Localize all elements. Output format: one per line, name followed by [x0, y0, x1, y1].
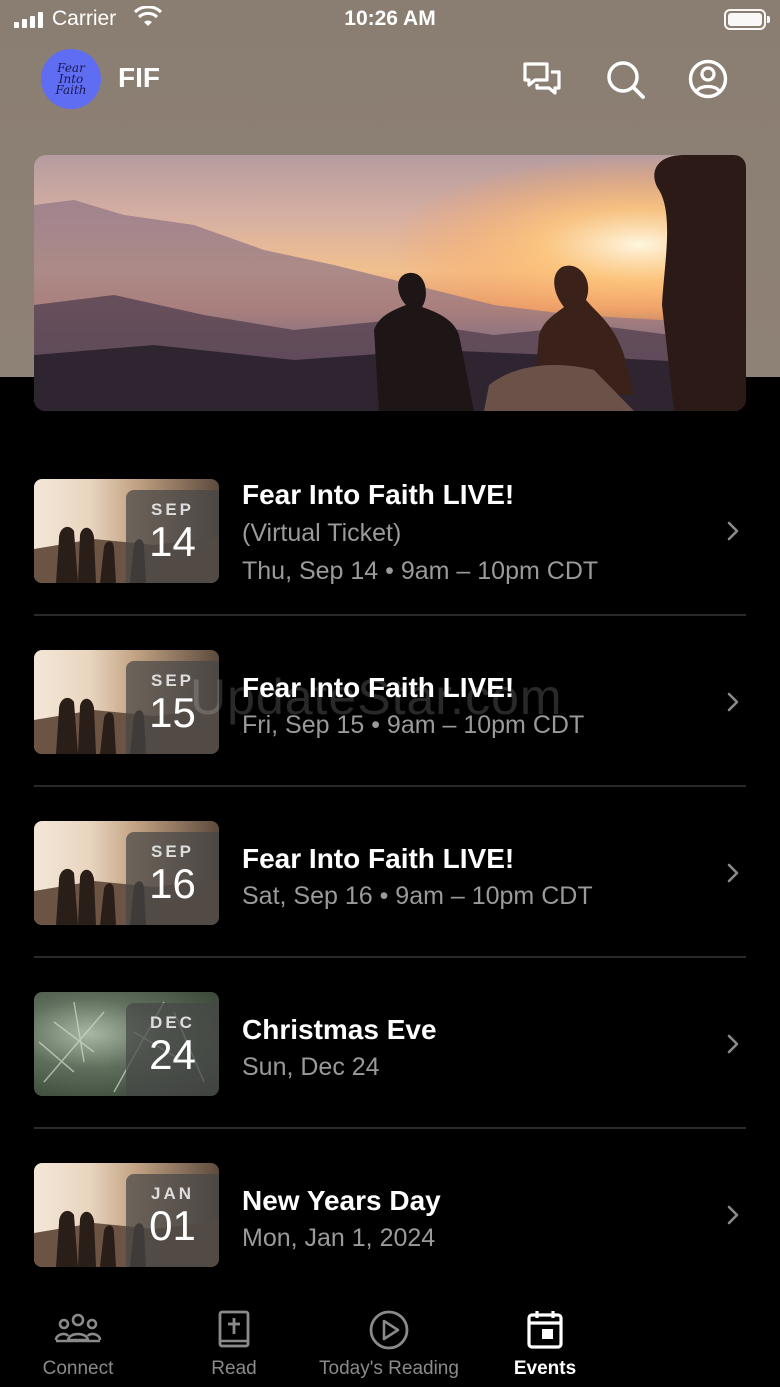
- event-day: 16: [149, 860, 196, 907]
- tab-connect[interactable]: Connect: [20, 1290, 136, 1387]
- chevron-right-icon: [727, 863, 739, 883]
- list-divider: [34, 785, 746, 787]
- tab-connect-label: Connect: [42, 1358, 114, 1379]
- chevron-right-icon: [727, 1034, 739, 1054]
- event-date-badge: DEC 24: [126, 1003, 219, 1096]
- list-divider: [34, 1127, 746, 1129]
- people-icon: [54, 1313, 102, 1343]
- app-title: FIF: [118, 62, 160, 93]
- event-date-badge: SEP 14: [126, 490, 219, 583]
- event-subtitle: (Virtual Ticket): [242, 519, 402, 547]
- event-thumbnail: JAN 01: [34, 1163, 219, 1267]
- chat-icon[interactable]: [521, 58, 563, 100]
- event-day: 01: [149, 1202, 196, 1249]
- event-datetime: Thu, Sep 14 • 9am – 10pm CDT: [242, 557, 599, 585]
- watermark: UpdateStar.com: [190, 669, 563, 725]
- event-title: Fear Into Faith LIVE!: [242, 479, 515, 510]
- profile-icon[interactable]: [687, 58, 729, 100]
- tab-read[interactable]: Read: [186, 1290, 282, 1387]
- tab-todays-reading-label: Today's Reading: [319, 1358, 459, 1379]
- event-row[interactable]: SEP 16 Fear Into Faith LIVE! Sat, Sep 16 • …: [34, 821, 746, 925]
- battery-icon: [724, 9, 770, 30]
- event-title: Christmas Eve: [242, 1014, 437, 1045]
- tab-todays-reading[interactable]: Today's Reading: [312, 1290, 466, 1387]
- chevron-right-icon: [727, 521, 739, 541]
- list-divider: [34, 956, 746, 958]
- event-title: Fear Into Faith LIVE!: [242, 843, 515, 874]
- event-title: New Years Day: [242, 1185, 441, 1216]
- search-icon[interactable]: [604, 58, 646, 100]
- hero-image[interactable]: [34, 155, 746, 411]
- event-date-badge: SEP 16: [126, 832, 219, 925]
- hero-illustration: [34, 155, 746, 411]
- event-day: 14: [149, 518, 196, 565]
- event-month: SEP: [150, 500, 195, 519]
- list-divider: [34, 614, 746, 616]
- tab-events[interactable]: Events: [504, 1290, 586, 1387]
- tab-events-label: Events: [513, 1358, 577, 1379]
- play-icon: [369, 1310, 409, 1350]
- event-month: SEP: [150, 842, 195, 861]
- tab-bar: Connect Read Today's Reading Events: [0, 1290, 780, 1387]
- event-thumbnail: DEC 24: [34, 992, 219, 1096]
- status-bar: Carrier 10:26 AM: [0, 0, 780, 40]
- event-row[interactable]: DEC 24 Christmas Eve Sun, Dec 24: [34, 992, 746, 1096]
- event-thumbnail: SEP 16: [34, 821, 219, 925]
- event-month: DEC: [150, 1013, 195, 1032]
- avatar-logo-text: Fear Into Faith: [55, 60, 87, 97]
- app-avatar[interactable]: Fear Into Faith: [41, 49, 101, 109]
- chevron-right-icon: [727, 692, 739, 712]
- event-datetime: Mon, Jan 1, 2024: [242, 1224, 436, 1252]
- event-thumbnail: SEP 14: [34, 479, 219, 583]
- event-day: 24: [149, 1031, 196, 1078]
- calendar-icon: [527, 1311, 563, 1349]
- event-date-badge: JAN 01: [126, 1174, 219, 1267]
- event-row[interactable]: SEP 14 Fear Into Faith LIVE! (Virtual Ticke…: [34, 479, 746, 585]
- chevron-right-icon: [727, 1205, 739, 1225]
- event-datetime: Sat, Sep 16 • 9am – 10pm CDT: [242, 882, 593, 910]
- bible-icon: [218, 1310, 250, 1348]
- event-row[interactable]: JAN 01 New Years Day Mon, Jan 1, 2024: [34, 1163, 746, 1267]
- event-month: JAN: [150, 1184, 194, 1203]
- tab-read-label: Read: [211, 1358, 257, 1379]
- event-datetime: Sun, Dec 24: [242, 1053, 380, 1081]
- status-time: 10:26 AM: [344, 7, 436, 30]
